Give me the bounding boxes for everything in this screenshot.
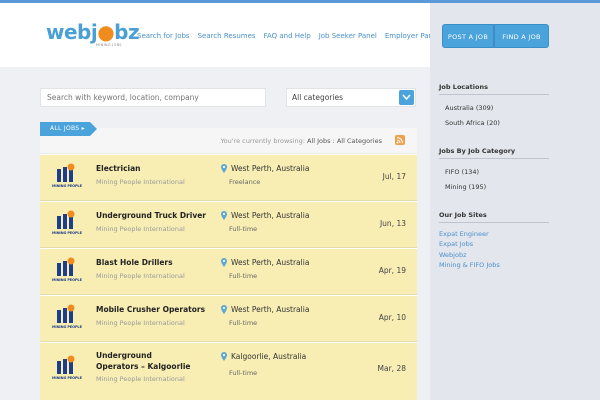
sidebar-item-category[interactable]: FIFO (134)	[445, 168, 479, 176]
nav-faq-help[interactable]: FAQ and Help	[264, 32, 311, 40]
divider	[439, 158, 549, 159]
search-input[interactable]	[40, 88, 266, 107]
post-job-button[interactable]: POST A JOB	[442, 24, 494, 48]
job-date: Mar, 28	[377, 364, 406, 373]
browsing-value: All Jobs : All Categories	[306, 137, 382, 145]
header-actions: POST A JOB FIND A JOB	[430, 3, 600, 67]
job-date: Apr, 19	[378, 266, 406, 275]
job-row[interactable]: MINING PEOPLE Underground Operators – Ka…	[40, 343, 417, 400]
job-location: Kalgoorlie, Australia	[231, 352, 307, 361]
sidebar-locations-title: Job Locations	[439, 83, 488, 91]
location-pin-icon	[221, 305, 227, 314]
job-type: Full-time	[229, 369, 258, 377]
location-pin-icon	[221, 211, 227, 220]
company-logo: MINING PEOPLE	[52, 210, 82, 240]
job-location: West Perth, Australia	[231, 164, 310, 173]
job-row[interactable]: MINING PEOPLE Underground Truck Driver M…	[40, 202, 417, 248]
sidebar-site-link[interactable]: Mining & FIFO Jobs	[439, 261, 500, 269]
logo-part-bz: bz	[114, 20, 140, 44]
job-type: Freelance	[229, 178, 261, 186]
logo-part-web: web	[46, 20, 91, 44]
category-select[interactable]: All categories	[286, 88, 416, 107]
logo-tagline: MINING JOBS	[96, 43, 122, 47]
job-location: West Perth, Australia	[231, 258, 310, 267]
all-jobs-tag[interactable]: ALL JOBS ▸	[40, 122, 97, 136]
job-title[interactable]: Underground Operators – Kalgoorlie	[96, 350, 196, 372]
site-logo[interactable]: webj●bz MINING JOBS	[46, 20, 140, 51]
divider	[439, 94, 549, 95]
site-header: webj●bz MINING JOBS Search for Jobs Sear…	[0, 3, 439, 67]
sidebar-sites-title: Our Job Sites	[439, 211, 487, 219]
browsing-status: You're currently browsing: All Jobs : Al…	[221, 137, 382, 145]
job-type: Full-time	[229, 225, 258, 233]
job-list-panel: ALL JOBS ▸ You're currently browsing: Al…	[40, 122, 417, 400]
job-type: Full-time	[229, 319, 258, 327]
job-title[interactable]: Blast Hole Drillers	[96, 258, 173, 267]
sidebar-site-link[interactable]: Expat Engineer	[439, 230, 489, 238]
job-row[interactable]: MINING PEOPLE Electrician Mining People …	[40, 155, 417, 201]
browsing-prefix: You're currently browsing:	[220, 137, 305, 145]
find-job-button[interactable]: FIND A JOB	[494, 24, 549, 48]
location-pin-icon	[221, 258, 227, 267]
nav-search-jobs[interactable]: Search for Jobs	[137, 32, 190, 40]
job-location: West Perth, Australia	[231, 211, 310, 220]
nav-search-resumes[interactable]: Search Resumes	[198, 32, 256, 40]
job-company: Mining People International	[96, 375, 185, 383]
globe-icon: ●	[97, 20, 115, 44]
job-company: Mining People International	[96, 225, 185, 233]
job-title[interactable]: Underground Truck Driver	[96, 211, 206, 220]
job-list-header: ALL JOBS ▸ You're currently browsing: Al…	[40, 122, 417, 154]
sidebar-item-location[interactable]: South Africa (20)	[445, 119, 500, 127]
company-logo: MINING PEOPLE	[52, 163, 82, 193]
sidebar-categories-title: Jobs By Job Category	[439, 147, 516, 155]
main-nav: Search for Jobs Search Resumes FAQ and H…	[137, 32, 439, 40]
category-select-value: All categories	[292, 93, 343, 102]
job-row[interactable]: MINING PEOPLE Blast Hole Drillers Mining…	[40, 249, 417, 295]
sidebar: Job Locations Australia (309) South Afri…	[430, 67, 600, 400]
job-location: West Perth, Australia	[231, 305, 310, 314]
company-logo: MINING PEOPLE	[52, 355, 82, 385]
job-title[interactable]: Mobile Crusher Operators	[96, 305, 205, 314]
sidebar-site-link[interactable]: Webjobz	[439, 251, 467, 259]
chevron-down-icon[interactable]	[399, 90, 414, 105]
rss-icon[interactable]	[395, 135, 405, 145]
company-logo: MINING PEOPLE	[52, 257, 82, 287]
sidebar-item-category[interactable]: Mining (195)	[445, 183, 486, 191]
location-pin-icon	[221, 352, 227, 361]
job-row[interactable]: MINING PEOPLE Mobile Crusher Operators M…	[40, 296, 417, 342]
company-logo: MINING PEOPLE	[52, 304, 82, 334]
location-pin-icon	[221, 164, 227, 173]
job-company: Mining People International	[96, 319, 185, 327]
sidebar-item-location[interactable]: Australia (309)	[445, 104, 493, 112]
nav-job-seeker-panel[interactable]: Job Seeker Panel	[319, 32, 377, 40]
job-company: Mining People International	[96, 272, 185, 280]
job-date: Apr, 10	[378, 313, 406, 322]
job-type: Full-time	[229, 272, 258, 280]
job-title[interactable]: Electrician	[96, 164, 141, 173]
job-company: Mining People International	[96, 178, 185, 186]
sidebar-site-link[interactable]: Expat Jobs	[439, 240, 473, 248]
divider	[439, 222, 549, 223]
job-date: Jul, 17	[382, 172, 406, 181]
job-date: Jun, 13	[379, 219, 406, 228]
